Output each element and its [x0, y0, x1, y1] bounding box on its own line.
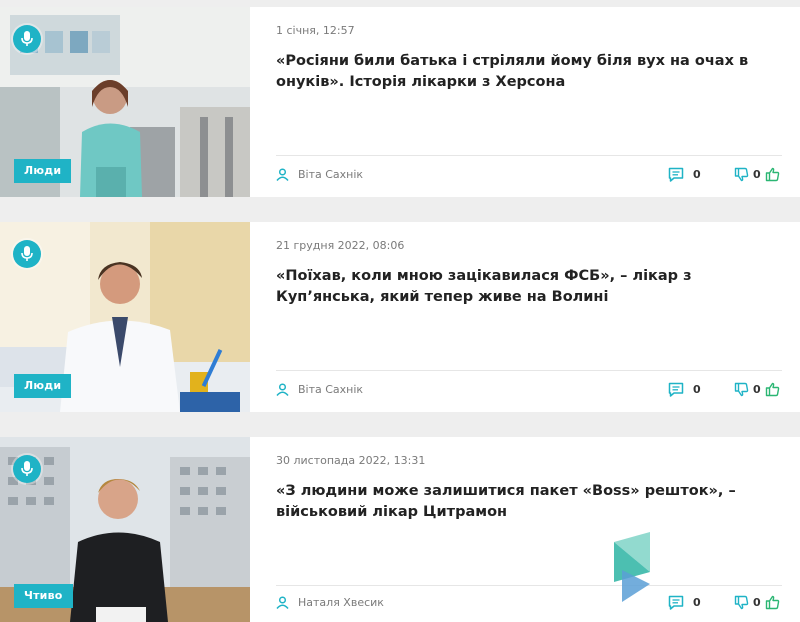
microphone-icon [21, 461, 33, 476]
votes-value: 0 [753, 383, 761, 396]
votes: 0 [734, 595, 780, 610]
news-feed: Люди 1 січня, 12:57 «Росіяни били батька… [0, 0, 800, 622]
votes-value: 0 [753, 596, 761, 609]
comments-value: 0 [693, 383, 701, 396]
comment-icon [668, 595, 684, 610]
divider [276, 370, 782, 371]
article-card[interactable]: Люди 21 грудня 2022, 08:06 «Поїхав, коли… [0, 222, 800, 412]
author[interactable]: Наталя Хвесик [276, 596, 384, 609]
author[interactable]: Віта Сахнік [276, 168, 363, 181]
category-tag[interactable]: Люди [14, 374, 72, 398]
article-thumbnail[interactable]: Чтиво [0, 437, 250, 622]
thumbs-up-icon[interactable] [765, 595, 780, 610]
author-name: Віта Сахнік [298, 383, 364, 396]
thumbs-down-icon[interactable] [734, 382, 749, 397]
category-tag[interactable]: Чтиво [14, 584, 73, 608]
microphone-icon [21, 31, 33, 46]
thumbs-up-icon[interactable] [765, 167, 780, 182]
comments-count[interactable]: 0 [668, 167, 701, 182]
article-date: 30 листопада 2022, 13:31 [276, 454, 426, 467]
comments-count[interactable]: 0 [668, 382, 701, 397]
comments-value: 0 [693, 596, 701, 609]
author[interactable]: Віта Сахнік [276, 383, 363, 396]
votes: 0 [734, 382, 780, 397]
user-icon [276, 383, 289, 396]
article-meta: Наталя Хвесик 0 0 [276, 593, 782, 615]
article-meta: Віта Сахнік 0 0 [276, 165, 782, 187]
article-title[interactable]: «Поїхав, коли мною зацікавилася ФСБ», – … [276, 266, 776, 308]
category-tag[interactable]: Люди [14, 159, 72, 183]
author-name: Віта Сахнік [298, 168, 364, 181]
article-title[interactable]: «Росіяни били батька і стріляли йому біл… [276, 51, 776, 93]
audio-button[interactable] [13, 240, 41, 268]
author-name: Наталя Хвесик [298, 596, 384, 609]
user-icon [276, 168, 289, 181]
thumbs-down-icon[interactable] [734, 595, 749, 610]
votes: 0 [734, 167, 780, 182]
thumbs-down-icon[interactable] [734, 167, 749, 182]
brand-logo-icon[interactable] [610, 532, 658, 604]
thumbs-up-icon[interactable] [765, 382, 780, 397]
comment-icon [668, 382, 684, 397]
comments-value: 0 [693, 168, 701, 181]
votes-value: 0 [753, 168, 761, 181]
comment-icon [668, 167, 684, 182]
audio-button[interactable] [13, 455, 41, 483]
divider [276, 155, 782, 156]
audio-button[interactable] [13, 25, 41, 53]
article-meta: Віта Сахнік 0 0 [276, 380, 782, 402]
user-icon [276, 596, 289, 609]
comments-count[interactable]: 0 [668, 595, 701, 610]
article-date: 21 грудня 2022, 08:06 [276, 239, 405, 252]
article-thumbnail[interactable]: Люди [0, 7, 250, 197]
article-title[interactable]: «З людини може залишитися пакет «Boss» р… [276, 481, 776, 523]
article-thumbnail[interactable]: Люди [0, 222, 250, 412]
divider [276, 585, 782, 586]
article-card[interactable]: Люди 1 січня, 12:57 «Росіяни били батька… [0, 7, 800, 197]
microphone-icon [21, 246, 33, 261]
article-date: 1 січня, 12:57 [276, 24, 355, 37]
article-card[interactable]: Чтиво 30 листопада 2022, 13:31 «З людини… [0, 437, 800, 622]
